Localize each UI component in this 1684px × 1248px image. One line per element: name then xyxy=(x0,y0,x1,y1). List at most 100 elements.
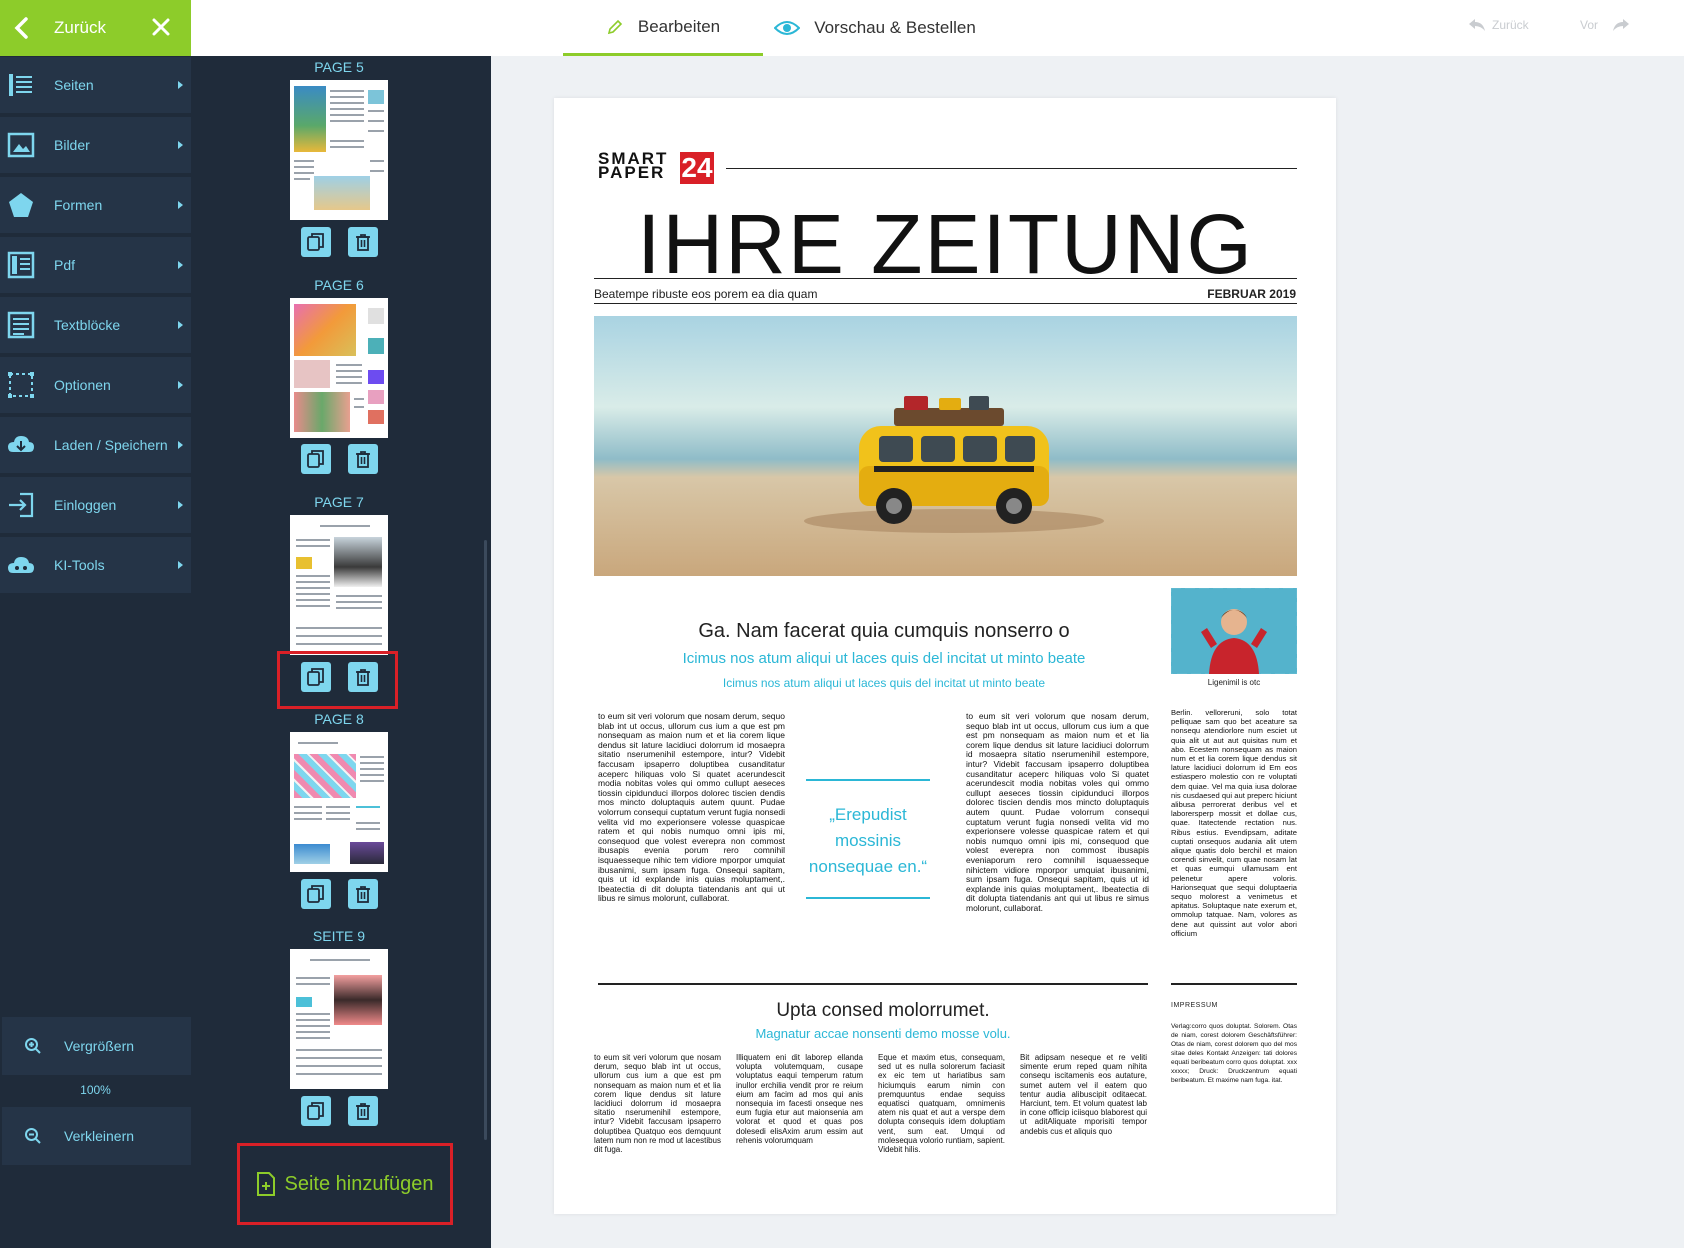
headline-2[interactable]: Upta consed molorrumet. xyxy=(598,1000,1168,1022)
portrait-photo xyxy=(1171,588,1297,674)
masthead-rule xyxy=(594,278,1297,279)
impressum-title[interactable]: IMPRESSUM xyxy=(1171,1002,1218,1009)
logo-rule xyxy=(726,168,1297,169)
cloud-download-icon xyxy=(8,436,34,452)
page-thumbnail-7[interactable] xyxy=(290,515,388,655)
article-column-left[interactable]: to eum sit veri volorum que nosam derum,… xyxy=(598,712,785,924)
chevron-right-icon xyxy=(178,441,183,449)
delete-page-button[interactable] xyxy=(348,227,378,257)
subheadline-1[interactable]: Icimus nos atum aliqui ut laces quis del… xyxy=(614,650,1154,667)
menu-item-seiten[interactable]: Seiten xyxy=(0,57,191,113)
menu-item-optionen[interactable]: Optionen xyxy=(0,357,191,413)
subtitle-rule xyxy=(594,303,1297,304)
chevron-right-icon xyxy=(178,81,183,89)
textblock-icon xyxy=(7,311,35,339)
article-column-middle[interactable]: to eum sit veri volorum que nosam derum,… xyxy=(966,712,1149,924)
duplicate-page-button[interactable] xyxy=(301,1096,331,1126)
hero-image[interactable] xyxy=(594,316,1297,576)
bottom-column-4[interactable]: Bit adipsam neseque et re veliti simente… xyxy=(1020,1053,1147,1165)
tab-edit[interactable]: Bearbeiten xyxy=(563,0,763,56)
page-panel-scrollbar[interactable] xyxy=(484,540,487,1140)
page-label: PAGE 6 xyxy=(314,277,364,293)
redo-button[interactable]: Vor xyxy=(1580,18,1636,32)
zoom-in-button[interactable]: Vergrößern xyxy=(2,1017,191,1075)
chevron-right-icon xyxy=(178,381,183,389)
page-label: PAGE 8 xyxy=(314,711,364,727)
trash-icon xyxy=(356,234,370,251)
menu-item-bilder[interactable]: Bilder xyxy=(0,117,191,173)
bottom-column-3[interactable]: Eque et maxim etus, consequam, sed ut es… xyxy=(878,1053,1005,1165)
menu-label: Pdf xyxy=(54,257,76,273)
page-thumbnail-6[interactable] xyxy=(290,298,388,438)
duplicate-page-button[interactable] xyxy=(301,879,331,909)
menu-item-pdf[interactable]: Pdf xyxy=(0,237,191,293)
menu-label: KI-Tools xyxy=(54,557,105,573)
eye-icon xyxy=(774,21,801,35)
bottom-column-2[interactable]: Illiquatem eni dit laborep ellanda volup… xyxy=(736,1053,863,1165)
portrait-image[interactable] xyxy=(1171,588,1297,674)
menu-item-laden-speichern[interactable]: Laden / Speichern xyxy=(0,417,191,473)
subheadline-2[interactable]: Icimus nos atum aliqui ut laces quis del… xyxy=(614,676,1154,690)
copy-icon xyxy=(307,1102,324,1120)
zoom-in-label: Vergrößern xyxy=(64,1038,135,1054)
undo-icon xyxy=(1469,19,1485,31)
page-thumbnail-8[interactable] xyxy=(290,732,388,872)
redo-icon xyxy=(1613,19,1630,31)
menu-label: Formen xyxy=(54,197,103,213)
menu-label: Seiten xyxy=(54,77,94,93)
pages-icon xyxy=(9,74,32,96)
chevron-right-icon xyxy=(178,261,183,269)
subheadline-3[interactable]: Magnatur accae nonsenti demo mosse volu. xyxy=(598,1026,1168,1041)
page-thumbnail-5[interactable] xyxy=(290,80,388,220)
login-icon xyxy=(9,492,34,518)
menu-item-ki-tools[interactable]: KI-Tools xyxy=(0,537,191,593)
menu-item-textbloecke[interactable]: Textblöcke xyxy=(0,297,191,353)
tab-preview-label: Vorschau & Bestellen xyxy=(814,18,976,37)
page-label: PAGE 5 xyxy=(314,59,364,75)
zoom-in-icon xyxy=(25,1038,41,1054)
menu-label: Einloggen xyxy=(54,497,117,513)
duplicate-page-button[interactable] xyxy=(301,227,331,257)
trash-icon xyxy=(356,451,370,468)
menu-label: Laden / Speichern xyxy=(54,437,168,453)
copy-icon xyxy=(307,885,324,903)
cloud-ai-icon xyxy=(8,557,34,573)
duplicate-page-button[interactable] xyxy=(301,444,331,474)
headline-1[interactable]: Ga. Nam facerat quia cumquis nonserro o xyxy=(614,620,1154,643)
delete-page-button[interactable] xyxy=(348,879,378,909)
logo: SMART PAPER 24 xyxy=(598,150,714,184)
tab-preview[interactable]: Vorschau & Bestellen xyxy=(765,0,985,56)
chevron-right-icon xyxy=(178,201,183,209)
page-thumbnail-9[interactable] xyxy=(290,949,388,1089)
impressum-rule xyxy=(1171,983,1297,985)
close-icon[interactable] xyxy=(149,15,173,39)
copy-icon xyxy=(307,233,324,251)
tab-edit-label: Bearbeiten xyxy=(637,16,721,36)
newspaper-page[interactable]: SMART PAPER 24 IHRE ZEITUNG Beatempe rib… xyxy=(554,98,1336,1214)
article-column-right[interactable]: Berlin. velloreruni, solo totat pelliqua… xyxy=(1171,708,1297,938)
pull-quote[interactable]: „Erepudist mossinis nonsequae en.“ xyxy=(796,802,940,880)
quote-rule-bottom xyxy=(806,897,930,899)
back-button[interactable]: Zurück xyxy=(0,0,191,56)
image-icon xyxy=(7,132,35,158)
delete-page-button[interactable] xyxy=(348,1096,378,1126)
issue-date[interactable]: FEBRUAR 2019 xyxy=(1207,287,1296,301)
redo-label: Vor xyxy=(1580,18,1599,32)
undo-label: Zurück xyxy=(1492,18,1529,32)
portrait-caption[interactable]: Ligenimil is otc xyxy=(1171,678,1297,687)
menu-item-formen[interactable]: Formen xyxy=(0,177,191,233)
quote-rule-top xyxy=(806,779,930,781)
undo-button[interactable]: Zurück xyxy=(1462,18,1529,32)
menu-item-einloggen[interactable]: Einloggen xyxy=(0,477,191,533)
pdf-icon xyxy=(7,251,35,279)
impressum-text[interactable]: Verlag:corro quos doluptat. Solorem. Ota… xyxy=(1171,1022,1297,1162)
logo-number: 24 xyxy=(680,152,714,184)
zoom-out-button[interactable]: Verkleinern xyxy=(2,1107,191,1165)
top-bar: Zurück Bearbeiten Vorschau & Bestellen Z… xyxy=(0,0,1684,56)
menu-label: Optionen xyxy=(54,377,111,393)
subtitle[interactable]: Beatempe ribuste eos porem ea dia quam xyxy=(594,287,817,301)
delete-page-button[interactable] xyxy=(348,444,378,474)
bottom-column-1[interactable]: to eum sit veri volorum que nosam derum,… xyxy=(594,1053,721,1165)
page-label: PAGE 7 xyxy=(314,494,364,510)
menu-label: Bilder xyxy=(54,137,90,153)
